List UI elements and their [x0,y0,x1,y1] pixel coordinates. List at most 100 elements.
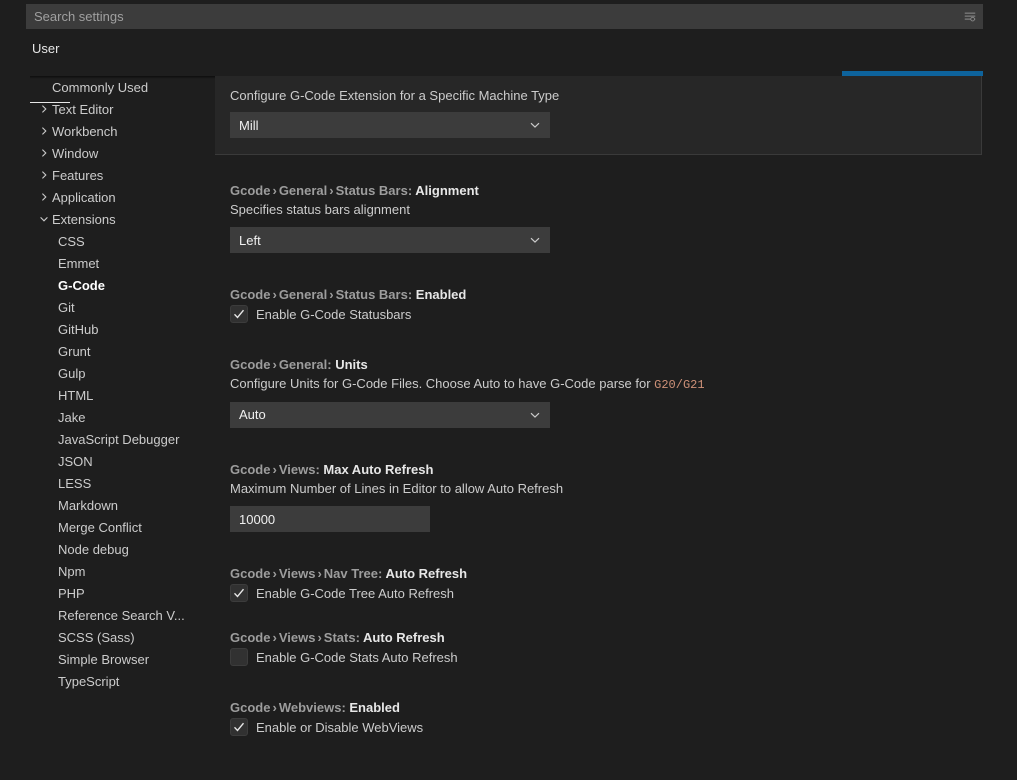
toc-item-json[interactable]: JSON [0,450,215,472]
setting-stats-auto-refresh[interactable]: Gcode›Views›Stats: Auto Refresh Enable G… [215,630,1017,666]
setting-status-bars-alignment[interactable]: Gcode›General›Status Bars: Alignment Spe… [215,183,1017,253]
filter-icon[interactable] [957,4,983,29]
toc-item-label: TypeScript [58,674,119,689]
toc-item-label: JSON [58,454,93,469]
path-colon: : [408,287,416,302]
webviews-enabled-checkbox[interactable] [230,718,248,736]
toc-item-commonly-used[interactable]: Commonly Used [0,76,215,98]
chevron-down-icon [529,119,541,131]
toc-item-label: Text Editor [52,102,113,117]
nav-tree-auto-refresh-label: Enable G-Code Tree Auto Refresh [256,586,454,601]
toc-item-application[interactable]: Application [0,186,215,208]
stats-auto-refresh-checkbox[interactable] [230,648,248,666]
toc-item-label: Simple Browser [58,652,149,667]
setting-key: Auto Refresh [363,630,445,645]
chevron-right-icon[interactable] [36,192,52,202]
toc-item-label: Npm [58,564,85,579]
toc-item-javascript-debugger[interactable]: JavaScript Debugger [0,428,215,450]
setting-nav-tree-auto-refresh[interactable]: Gcode›Views›Nav Tree: Auto Refresh Enabl… [215,566,1017,602]
toc-item-features[interactable]: Features [0,164,215,186]
toc-item-label: Workbench [52,124,118,139]
search-box[interactable] [26,4,983,29]
settings-toc-sidebar[interactable]: Commonly Used Text Editor Workbench Window F… [0,76,215,780]
toc-item-label: Node debug [58,542,129,557]
setting-max-auto-refresh[interactable]: Gcode›Views: Max Auto Refresh Maximum Nu… [215,462,1017,532]
nav-tree-auto-refresh-checkbox[interactable] [230,584,248,602]
chevron-down-icon[interactable] [36,214,52,224]
setting-key: Max Auto Refresh [323,462,433,477]
setting-status-bars-enabled[interactable]: Gcode›General›Status Bars: Enabled Enabl… [215,287,1017,323]
toc-item-gulp[interactable]: Gulp [0,362,215,384]
units-select[interactable]: Auto [230,402,550,428]
chevron-right-icon[interactable] [36,148,52,158]
toc-item-extensions[interactable]: Extensions [0,208,215,230]
setting-machine-type[interactable]: Configure G-Code Extension for a Specifi… [215,76,982,155]
status-bars-alignment-title: Gcode›General›Status Bars: Alignment [230,183,1017,198]
webviews-enabled-label: Enable or Disable WebViews [256,720,423,735]
path-separator: › [315,630,323,645]
toc-item-html[interactable]: HTML [0,384,215,406]
toc-item-git[interactable]: Git [0,296,215,318]
toc-item-label: JavaScript Debugger [58,432,179,447]
toc-item-workbench[interactable]: Workbench [0,120,215,142]
spacer [215,323,1017,357]
toc-item-label: PHP [58,586,85,601]
chevron-down-icon [529,234,541,246]
setting-webviews-enabled[interactable]: Gcode›Webviews: Enabled Enable or Disabl… [215,700,1017,736]
machine-type-select[interactable]: Mill [230,112,550,138]
path-prefix: Gcode [230,700,270,715]
toc-item-merge-conflict[interactable]: Merge Conflict [0,516,215,538]
chevron-right-icon[interactable] [36,170,52,180]
status-bars-enabled-row[interactable]: Enable G-Code Statusbars [230,305,1017,323]
toc-item-label: SCSS (Sass) [58,630,135,645]
stats-auto-refresh-row[interactable]: Enable G-Code Stats Auto Refresh [230,648,1017,666]
webviews-enabled-title: Gcode›Webviews: Enabled [230,700,1017,715]
toc-item-github[interactable]: GitHub [0,318,215,340]
toc-item-typescript[interactable]: TypeScript [0,670,215,692]
toc-list: Commonly Used Text Editor Workbench Window F… [0,76,215,692]
setting-units[interactable]: Gcode›General: Units Configure Units for… [215,357,1017,428]
nav-tree-auto-refresh-row[interactable]: Enable G-Code Tree Auto Refresh [230,584,1017,602]
toc-item-label: Emmet [58,256,99,271]
toc-item-php[interactable]: PHP [0,582,215,604]
toc-item-label: Reference Search V... [58,608,185,623]
status-bars-enabled-checkbox[interactable] [230,305,248,323]
toc-item-grunt[interactable]: Grunt [0,340,215,362]
chevron-right-icon[interactable] [36,126,52,136]
webviews-enabled-row[interactable]: Enable or Disable WebViews [230,718,1017,736]
status-bars-alignment-select[interactable]: Left [230,227,550,253]
path-mid2: Nav Tree [324,566,378,581]
spacer [215,532,1017,566]
toc-item-simple-browser[interactable]: Simple Browser [0,648,215,670]
toc-item-css[interactable]: CSS [0,230,215,252]
chevron-right-icon[interactable] [36,104,52,114]
toc-item-npm[interactable]: Npm [0,560,215,582]
path-prefix: Gcode [230,287,270,302]
path-separator: › [270,183,278,198]
path-separator: › [270,630,278,645]
toc-item-jake[interactable]: Jake [0,406,215,428]
toc-item-label: Window [52,146,98,161]
toc-item-reference-search-v[interactable]: Reference Search V... [0,604,215,626]
search-input[interactable] [26,9,957,24]
toc-item-label: CSS [58,234,85,249]
path-prefix: Gcode [230,357,270,372]
path-separator: › [270,566,278,581]
checkmark-icon [232,720,246,734]
checkmark-icon [232,307,246,321]
path-mid: General [279,287,327,302]
max-auto-refresh-input[interactable] [230,506,430,532]
toc-item-window[interactable]: Window [0,142,215,164]
toc-item-markdown[interactable]: Markdown [0,494,215,516]
toc-item-node-debug[interactable]: Node debug [0,538,215,560]
tab-user[interactable]: User [32,41,59,65]
spacer [215,602,1017,630]
toc-item-scss-sass[interactable]: SCSS (Sass) [0,626,215,648]
toc-item-label: Features [52,168,103,183]
toc-item-emmet[interactable]: Emmet [0,252,215,274]
toc-item-label: Jake [58,410,85,425]
toc-item-g-code[interactable]: G-Code [0,274,215,296]
toc-item-less[interactable]: LESS [0,472,215,494]
spacer [215,428,1017,462]
settings-main-panel[interactable]: Configure G-Code Extension for a Specifi… [215,76,1017,780]
